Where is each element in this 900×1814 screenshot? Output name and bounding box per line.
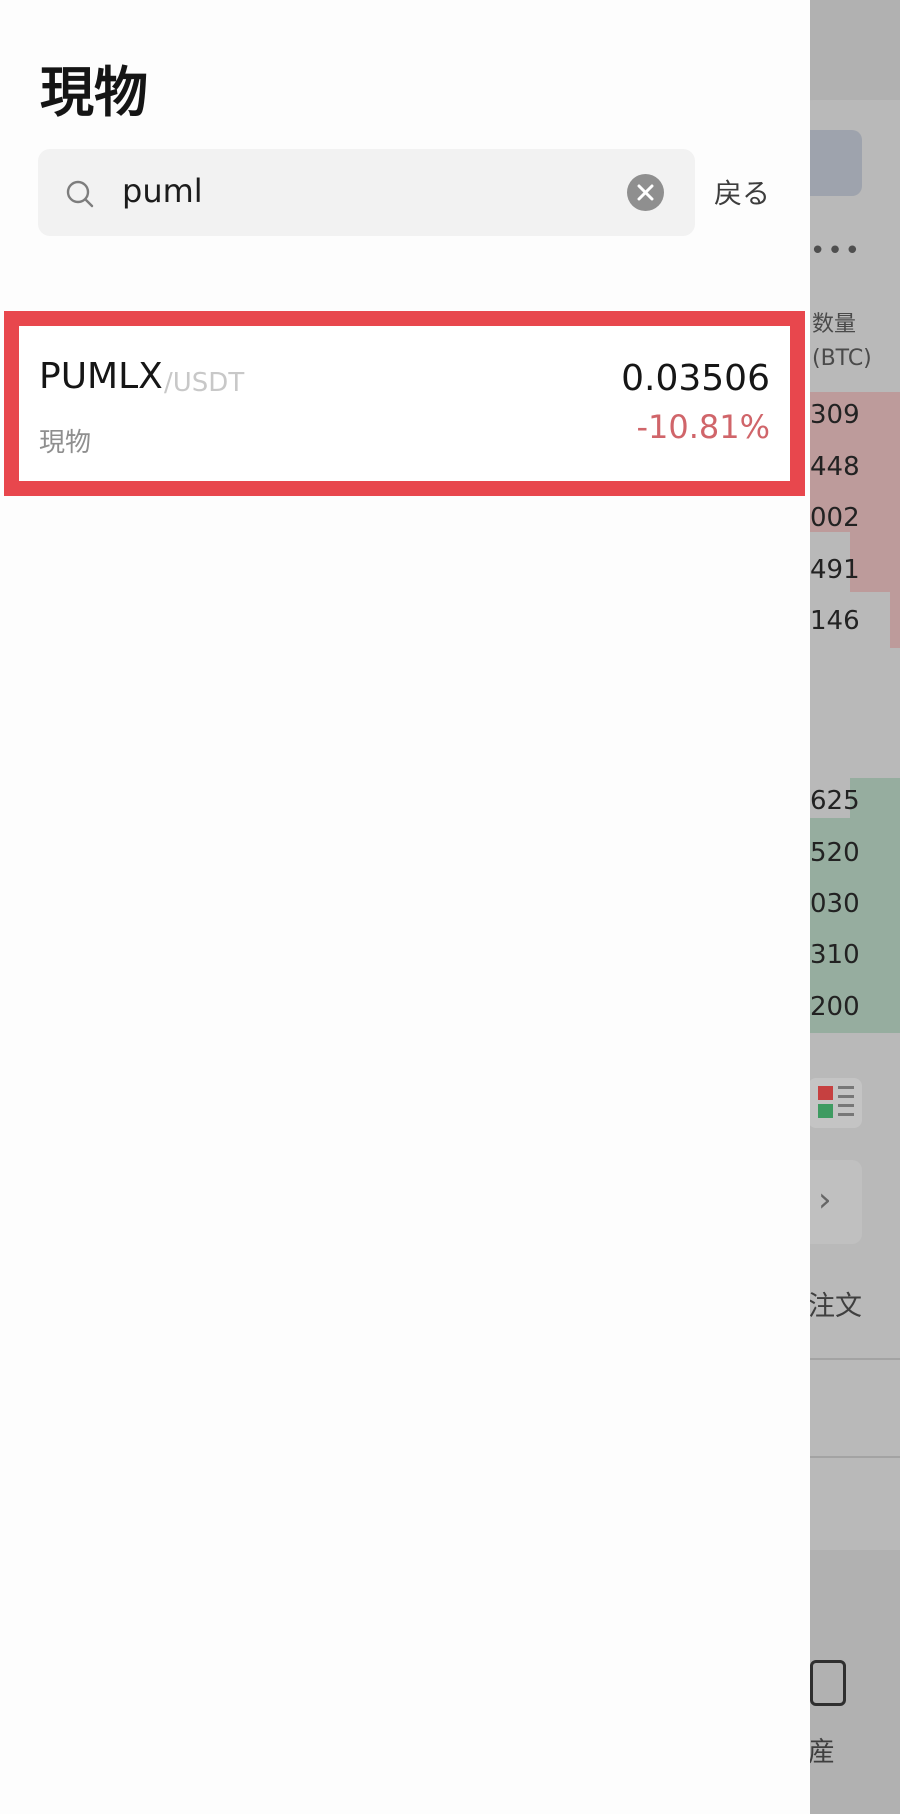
sell-amount: 309 xyxy=(810,400,860,430)
buy-amount: 625 xyxy=(810,786,860,816)
divider xyxy=(810,1358,900,1360)
divider xyxy=(810,1456,900,1458)
pair-base-symbol: PUMLX xyxy=(39,356,163,397)
sell-amount: 448 xyxy=(810,452,860,482)
orderbook-header: 数量 (BTC) xyxy=(812,308,872,376)
last-price: 0.03506 xyxy=(621,358,770,399)
buy-amount: 030 xyxy=(810,889,860,919)
search-input[interactable] xyxy=(122,165,602,217)
back-button[interactable]: 戻る xyxy=(714,172,770,212)
nav-assets: 産 xyxy=(808,1737,835,1768)
price-change-percent: -10.81% xyxy=(636,408,770,446)
sell-amount: 491 xyxy=(810,555,860,585)
buy-amount: 310 xyxy=(810,940,860,970)
quantity-header: 数量 xyxy=(812,312,857,337)
sell-amount: 002 xyxy=(810,503,860,533)
wallet-icon xyxy=(810,1660,846,1706)
search-icon xyxy=(66,180,94,208)
unit-header: (BTC) xyxy=(812,346,872,372)
sell-amount: 146 xyxy=(810,606,860,636)
market-search-drawer: 現物 戻る PUMLX /USDT 現物 0.03506 -10.81% xyxy=(0,0,810,1814)
clear-search-button[interactable] xyxy=(627,174,664,211)
buy-amount: 200 xyxy=(810,992,860,1022)
chevron-right-icon: › xyxy=(818,1180,832,1220)
depth-toggle-icon xyxy=(808,1078,862,1128)
more-icon: ••• xyxy=(810,236,863,266)
search-result-item[interactable]: PUMLX /USDT 現物 0.03506 -10.81% xyxy=(19,326,790,481)
pair-quote-symbol: /USDT xyxy=(164,368,245,398)
close-icon xyxy=(637,184,654,201)
buy-amount: 520 xyxy=(810,838,860,868)
page-title: 現物 xyxy=(40,61,148,124)
market-type-label: 現物 xyxy=(39,428,92,458)
order-tab: 注文 xyxy=(808,1291,862,1322)
